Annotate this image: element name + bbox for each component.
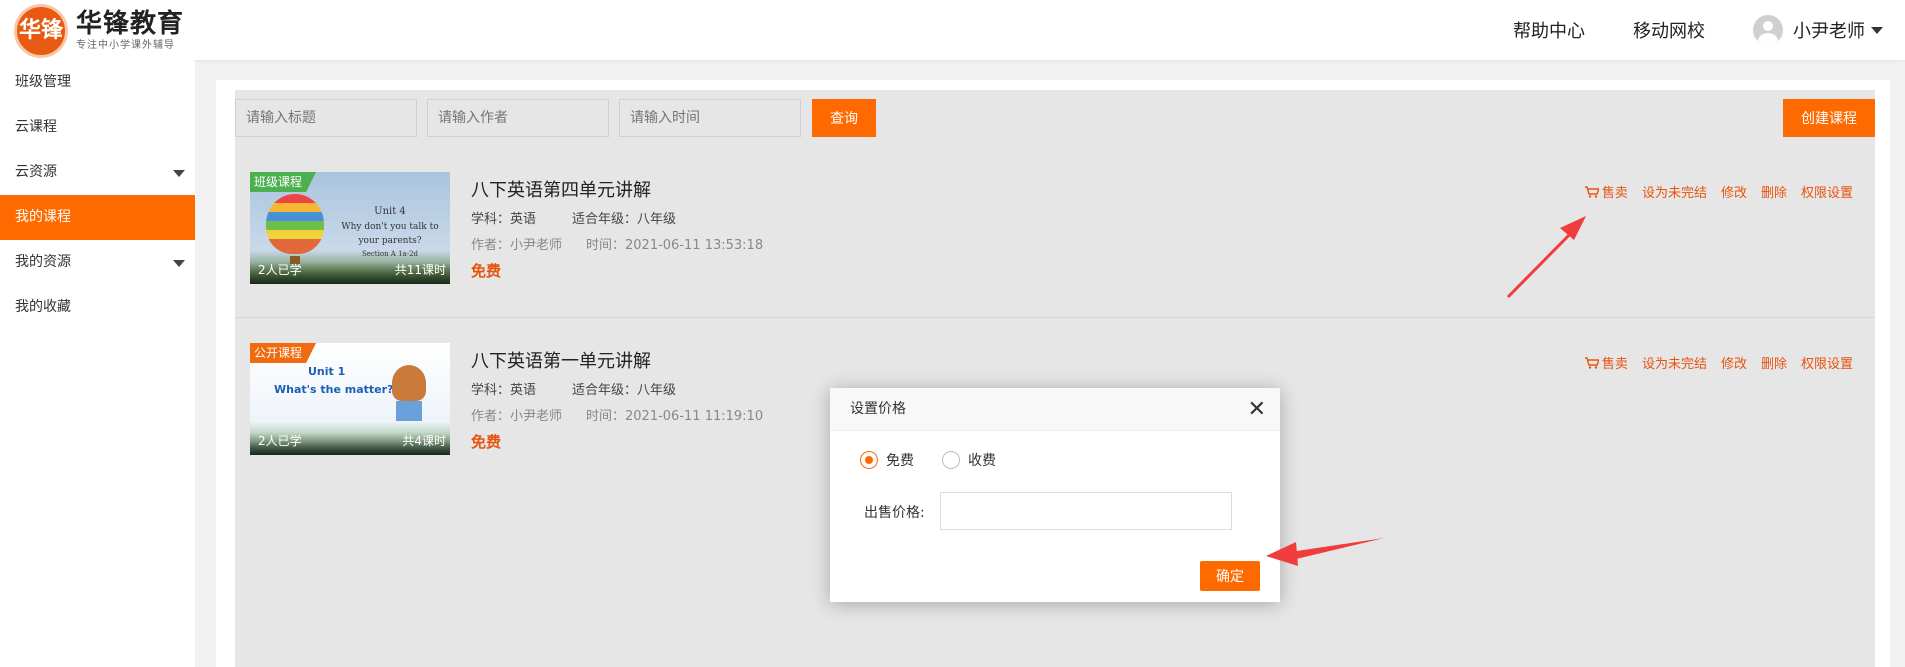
course-subject: 学科：英语 [471, 212, 537, 227]
course-grade: 适合年级：八年级 [572, 383, 677, 398]
set-unfinished-button[interactable]: 设为未完结 [1642, 353, 1707, 372]
course-time: 时间：2021-06-11 13:53:18 [586, 238, 764, 253]
user-name: 小尹老师 [1793, 21, 1865, 42]
create-course-button[interactable]: 创建课程 [1783, 99, 1875, 137]
course-time: 时间：2021-06-11 11:19:10 [586, 409, 764, 424]
course-actions: 售卖 设为未完结 修改 删除 权限设置 [1571, 182, 1853, 201]
thumb-title: Unit 1 [308, 365, 346, 378]
course-title[interactable]: 八下英语第一单元讲解 [471, 347, 651, 373]
edit-button[interactable]: 修改 [1721, 353, 1747, 372]
header-nav: 帮助中心 移动网校 小尹老师 [1513, 0, 1905, 60]
thumb-title: Unit 4 [374, 206, 406, 217]
lesson-count: 共11课时 [394, 263, 446, 277]
query-button[interactable]: 查询 [812, 99, 876, 137]
thumb-line: Why don't you talk to [341, 222, 439, 232]
thumb-line: What's the matter? [274, 383, 394, 396]
sidebar-item-my-resources[interactable]: 我的资源 [0, 240, 195, 285]
lesson-count: 共4课时 [402, 434, 446, 448]
course-price: 免费 [471, 262, 502, 280]
avatar-icon [1753, 15, 1783, 45]
free-radio-label[interactable]: 免费 [886, 450, 914, 470]
sidebar-item-label: 我的课程 [15, 209, 71, 225]
paid-radio[interactable] [942, 451, 960, 469]
author-search-input[interactable] [427, 99, 609, 137]
sell-button[interactable]: 售卖 [1584, 353, 1628, 372]
course-meta: 学科：英语 适合年级：八年级 [471, 379, 712, 398]
cartoon-image [392, 365, 426, 401]
sidebar-item-label: 我的资源 [15, 254, 71, 270]
brand-logo[interactable]: 华锋 华锋教育 专注中小学课外辅导 [14, 4, 184, 58]
brand-tagline: 专注中小学课外辅导 [76, 40, 175, 51]
course-author: 作者：小尹老师 [471, 238, 563, 253]
sidebar-item-cloud-courses[interactable]: 云课程 [0, 105, 195, 150]
title-search-input[interactable] [235, 99, 417, 137]
divider [235, 317, 1875, 318]
logo-badge-icon: 华锋 [14, 4, 68, 58]
sidebar-item-my-favorites[interactable]: 我的收藏 [0, 285, 195, 330]
logo-text: 华锋教育 专注中小学课外辅导 [76, 9, 184, 53]
dialog-header: 设置价格 ✕ [830, 388, 1280, 431]
dialog-title: 设置价格 [850, 401, 906, 417]
delete-button[interactable]: 删除 [1761, 182, 1787, 201]
permission-button[interactable]: 权限设置 [1801, 182, 1853, 201]
user-menu[interactable]: 小尹老师 [1753, 15, 1883, 45]
sidebar-item-label: 我的收藏 [15, 299, 71, 315]
nav-mobile-school[interactable]: 移动网校 [1633, 17, 1705, 43]
course-actions: 售卖 设为未完结 修改 删除 权限设置 [1571, 353, 1853, 372]
balloon-image [266, 194, 324, 254]
sidebar-item-label: 云资源 [15, 164, 57, 180]
paid-radio-label[interactable]: 收费 [968, 450, 996, 470]
sidebar-item-label: 云课程 [15, 119, 57, 135]
course-meta: 学科：英语 适合年级：八年级 [471, 208, 712, 227]
thumb-line: your parents? [358, 236, 422, 246]
course-type-badge: 班级课程 [250, 172, 317, 192]
price-input[interactable] [940, 492, 1232, 530]
cart-icon [1584, 186, 1599, 198]
thumb-line: Section A 1a-2d [361, 250, 419, 258]
price-label: 出售价格: [864, 505, 925, 521]
sidebar-item-class-management[interactable]: 班级管理 [0, 60, 195, 105]
close-icon[interactable]: ✕ [1248, 388, 1266, 431]
set-price-dialog: 设置价格 ✕ 免费 收费 出售价格: 确定 [830, 388, 1280, 602]
sidebar: 班级管理 云课程 云资源 我的课程 我的资源 我的收藏 [0, 60, 195, 667]
free-radio[interactable] [860, 451, 878, 469]
course-title[interactable]: 八下英语第四单元讲解 [471, 176, 651, 202]
course-type-badge: 公开课程 [250, 343, 317, 363]
learned-count: 2人已学 [258, 434, 302, 448]
time-search-input[interactable] [619, 99, 801, 137]
sell-label: 售卖 [1601, 186, 1628, 201]
delete-button[interactable]: 删除 [1761, 353, 1787, 372]
brand-name: 华锋教育 [76, 9, 185, 39]
chevron-down-icon [173, 260, 185, 267]
set-unfinished-button[interactable]: 设为未完结 [1642, 182, 1707, 201]
course-meta2: 作者：小尹老师 时间：2021-06-11 13:53:18 [471, 234, 787, 253]
sidebar-item-label: 班级管理 [15, 74, 71, 90]
sell-label: 售卖 [1601, 357, 1628, 372]
course-meta2: 作者：小尹老师 时间：2021-06-11 11:19:10 [471, 405, 787, 424]
top-header: 华锋 华锋教育 专注中小学课外辅导 帮助中心 移动网校 小尹老师 [0, 0, 1905, 60]
course-thumbnail[interactable]: Unit 1 What's the matter? 公开课程 2人已学 共4课时 [250, 343, 450, 455]
price-type-radio-group: 免费 收费 [860, 450, 1024, 470]
sidebar-item-my-courses[interactable]: 我的课程 [0, 195, 195, 240]
sell-button[interactable]: 售卖 [1584, 182, 1628, 201]
course-subject: 学科：英语 [471, 383, 537, 398]
confirm-button[interactable]: 确定 [1200, 561, 1260, 591]
permission-button[interactable]: 权限设置 [1801, 353, 1853, 372]
cart-icon [1584, 357, 1599, 369]
learned-count: 2人已学 [258, 263, 302, 277]
chevron-down-icon [173, 170, 185, 177]
course-price: 免费 [471, 433, 502, 451]
course-thumbnail[interactable]: Unit 4 Why don't you talk to your parent… [250, 172, 450, 284]
course-author: 作者：小尹老师 [471, 409, 563, 424]
edit-button[interactable]: 修改 [1721, 182, 1747, 201]
nav-help-center[interactable]: 帮助中心 [1513, 17, 1585, 43]
chevron-down-icon [1871, 26, 1883, 34]
course-grade: 适合年级：八年级 [572, 212, 677, 227]
cartoon-image [396, 401, 422, 421]
sidebar-item-cloud-resources[interactable]: 云资源 [0, 150, 195, 195]
